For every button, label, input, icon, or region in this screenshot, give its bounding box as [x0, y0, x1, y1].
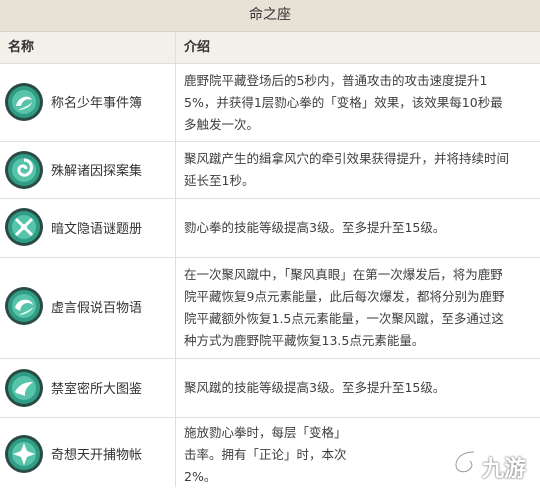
- constellation-swirl-icon: [4, 286, 44, 326]
- table-row: 虚言假说百物语 在一次聚风蹴中，「聚风真眼」在第一次爆发后，将为鹿野 院平藏恢复…: [0, 258, 540, 359]
- constellation-description: 在一次聚风蹴中，「聚风真眼」在第一次爆发后，将为鹿野 院平藏恢复9点元素能量，此…: [184, 264, 534, 352]
- constellation-star-icon: [4, 434, 44, 474]
- watermark-logo-icon: [453, 449, 475, 482]
- constellation-swirl-icon: [4, 82, 44, 122]
- desc-line: 院平藏额外恢复1.5点元素能量，一次聚风蹴，至多通过这: [184, 311, 504, 326]
- constellation-vortex-icon: [4, 150, 44, 190]
- table-row: 禁室密所大图鉴 聚风蹴的技能等级提高3级。至多提升至15级。: [0, 359, 540, 418]
- desc-line: 鹿野院平藏登场后的5秒内，普通攻击的攻击速度提升1: [184, 73, 488, 88]
- table-row: 暗文隐语谜题册 勠心拳的技能等级提高3级。至多提升至15级。: [0, 199, 540, 258]
- table-title: 命之座: [0, 0, 540, 32]
- constellation-name: 禁室密所大图鉴: [51, 382, 143, 397]
- constellation-name: 暗文隐语谜题册: [51, 222, 143, 237]
- watermark-text: 九游: [482, 457, 527, 482]
- constellation-description: 聚风蹴的技能等级提高3级。至多提升至15级。: [184, 377, 534, 399]
- header-description: 介绍: [184, 40, 211, 55]
- table-row: 殊解诸因探案集 聚风蹴产生的緝拿风穴的牵引效果获得提升，并将持续时间 延长至1秒…: [0, 142, 540, 199]
- constellation-name: 称名少年事件簿: [51, 96, 143, 111]
- watermark: 九游: [448, 445, 540, 487]
- desc-line: 延长至1秒。: [184, 173, 255, 188]
- table-row: 称名少年事件簿 鹿野院平藏登场后的5秒内，普通攻击的攻击速度提升1 5%，并获得…: [0, 64, 540, 142]
- constellation-burst-icon: [4, 207, 44, 247]
- constellation-name: 殊解诸因探案集: [51, 164, 143, 179]
- constellation-description: 鹿野院平藏登场后的5秒内，普通攻击的攻击速度提升1 5%，并获得1层勠心拳的「变…: [184, 70, 534, 136]
- desc-line: 聚风蹴产生的緝拿风穴的牵引效果获得提升，并将持续时间: [184, 151, 510, 166]
- constellation-name: 奇想天开捕物帐: [51, 448, 143, 463]
- constellation-wave-icon: [4, 368, 44, 408]
- desc-line: 院平藏恢复9点元素能量，此后每次爆发，都将分别为鹿野: [184, 289, 505, 304]
- desc-line: 多触发一次。: [184, 117, 260, 132]
- table-header: 名称 介绍: [0, 32, 540, 64]
- constellation-name: 虚言假说百物语: [51, 301, 143, 316]
- desc-line: 施放勠心拳时，每层「变格」: [184, 425, 347, 440]
- desc-line: 在一次聚风蹴中，「聚风真眼」在第一次爆发后，将为鹿野: [184, 267, 503, 282]
- desc-line: 5%，并获得1层勠心拳的「变格」效果，该效果每10秒最: [184, 95, 503, 110]
- desc-line: 勠心拳的技能等级提高3级。至多提升至15级。: [184, 220, 446, 235]
- constellation-description: 勠心拳的技能等级提高3级。至多提升至15级。: [184, 217, 534, 239]
- header-name: 名称: [8, 40, 35, 55]
- desc-line: 聚风蹴的技能等级提高3级。至多提升至15级。: [184, 380, 446, 395]
- constellation-description: 聚风蹴产生的緝拿风穴的牵引效果获得提升，并将持续时间 延长至1秒。: [184, 148, 534, 192]
- desc-line: 种方式为鹿野院平藏恢复13.5点元素能量。: [184, 333, 425, 348]
